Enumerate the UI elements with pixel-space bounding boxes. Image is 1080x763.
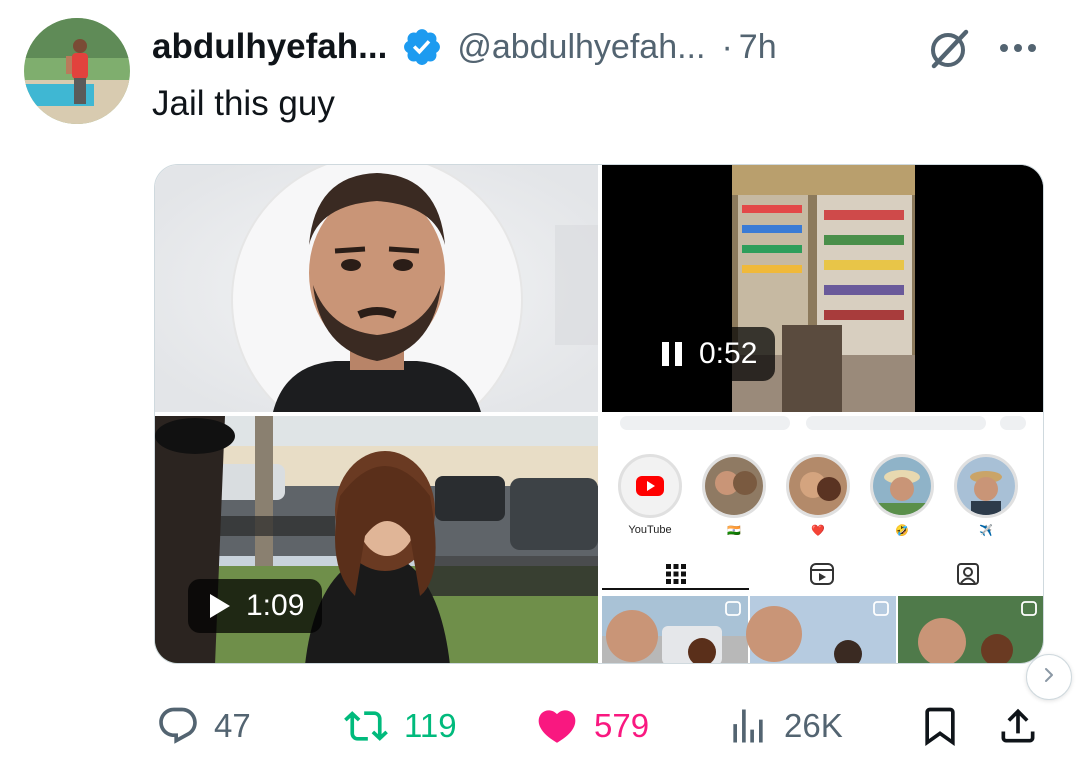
- tweet-action-bar: 47 119 579 26K: [0, 696, 1080, 756]
- grok-icon[interactable]: [926, 26, 972, 72]
- story-thumbnail: [702, 454, 766, 518]
- tweet-text: Jail this guy: [152, 84, 335, 123]
- story-thumbnail: [870, 454, 934, 518]
- story-label: YouTube: [628, 524, 672, 536]
- media-tile-video-1[interactable]: 0:52: [602, 165, 1043, 412]
- views-button[interactable]: 26K: [726, 696, 843, 756]
- repost-button[interactable]: 119: [342, 696, 457, 756]
- video-duration: 1:09: [246, 589, 305, 622]
- play-icon[interactable]: [206, 592, 232, 620]
- bookmark-button[interactable]: [918, 696, 962, 756]
- media-tile-portrait[interactable]: [155, 165, 598, 412]
- story-thumbnail: [786, 454, 850, 518]
- video-duration-pill[interactable]: 1:09: [188, 579, 323, 633]
- bookmark-icon: [918, 703, 962, 749]
- reply-button[interactable]: 47: [156, 696, 251, 756]
- view-count: 26K: [784, 707, 843, 744]
- story-label: 🇮🇳: [727, 525, 741, 537]
- tweet-header: abdulhyefah... @abdulhyefah... · 7h: [152, 24, 777, 70]
- like-count: 579: [594, 707, 650, 744]
- avatar[interactable]: [24, 18, 130, 124]
- video-duration-pill[interactable]: 0:52: [641, 327, 776, 381]
- chevron-right-icon: [1040, 666, 1058, 689]
- story-highlight[interactable]: YouTube: [618, 454, 682, 536]
- analytics-icon: [726, 704, 770, 748]
- tweet-timestamp[interactable]: 7h: [739, 28, 777, 67]
- like-button[interactable]: 579: [534, 696, 649, 756]
- verified-badge-icon[interactable]: [401, 26, 443, 68]
- story-highlight[interactable]: 🤣: [870, 454, 934, 537]
- media-tile-video-2[interactable]: 1:09: [155, 416, 598, 663]
- heart-icon: [534, 704, 580, 748]
- youtube-icon: [618, 454, 682, 518]
- reply-icon: [156, 704, 200, 748]
- repost-icon: [342, 704, 390, 748]
- pause-icon[interactable]: [659, 340, 685, 368]
- repost-count: 119: [404, 707, 457, 744]
- more-options-icon[interactable]: [996, 30, 1040, 66]
- reply-count: 47: [214, 707, 251, 744]
- media-tile-instagram-screenshot[interactable]: YouTube 🇮🇳 ❤️ 🤣 ✈️: [602, 416, 1043, 663]
- story-label: 🤣: [895, 525, 909, 537]
- video-duration: 0:52: [699, 337, 758, 370]
- media-grid: 0:52 1:09 YouTube 🇮🇳 ❤️ 🤣 ✈️: [154, 164, 1044, 664]
- instagram-post-grid: [602, 596, 1043, 663]
- story-thumbnail: [954, 454, 1018, 518]
- instagram-story-highlights: YouTube 🇮🇳 ❤️ 🤣 ✈️: [602, 446, 1043, 546]
- story-highlight[interactable]: ❤️: [786, 454, 850, 537]
- story-label: ✈️: [979, 525, 993, 537]
- instagram-profile-tabs: [602, 556, 1043, 590]
- author-handle[interactable]: @abdulhyefah...: [457, 28, 705, 67]
- story-highlight[interactable]: ✈️: [954, 454, 1018, 537]
- carousel-next-button[interactable]: [1026, 654, 1072, 700]
- share-button[interactable]: [996, 696, 1040, 756]
- story-highlight[interactable]: 🇮🇳: [702, 454, 766, 537]
- share-icon: [996, 703, 1040, 749]
- story-label: ❤️: [811, 525, 825, 537]
- author-display-name[interactable]: abdulhyefah...: [152, 27, 387, 67]
- separator-dot: ·: [721, 27, 733, 66]
